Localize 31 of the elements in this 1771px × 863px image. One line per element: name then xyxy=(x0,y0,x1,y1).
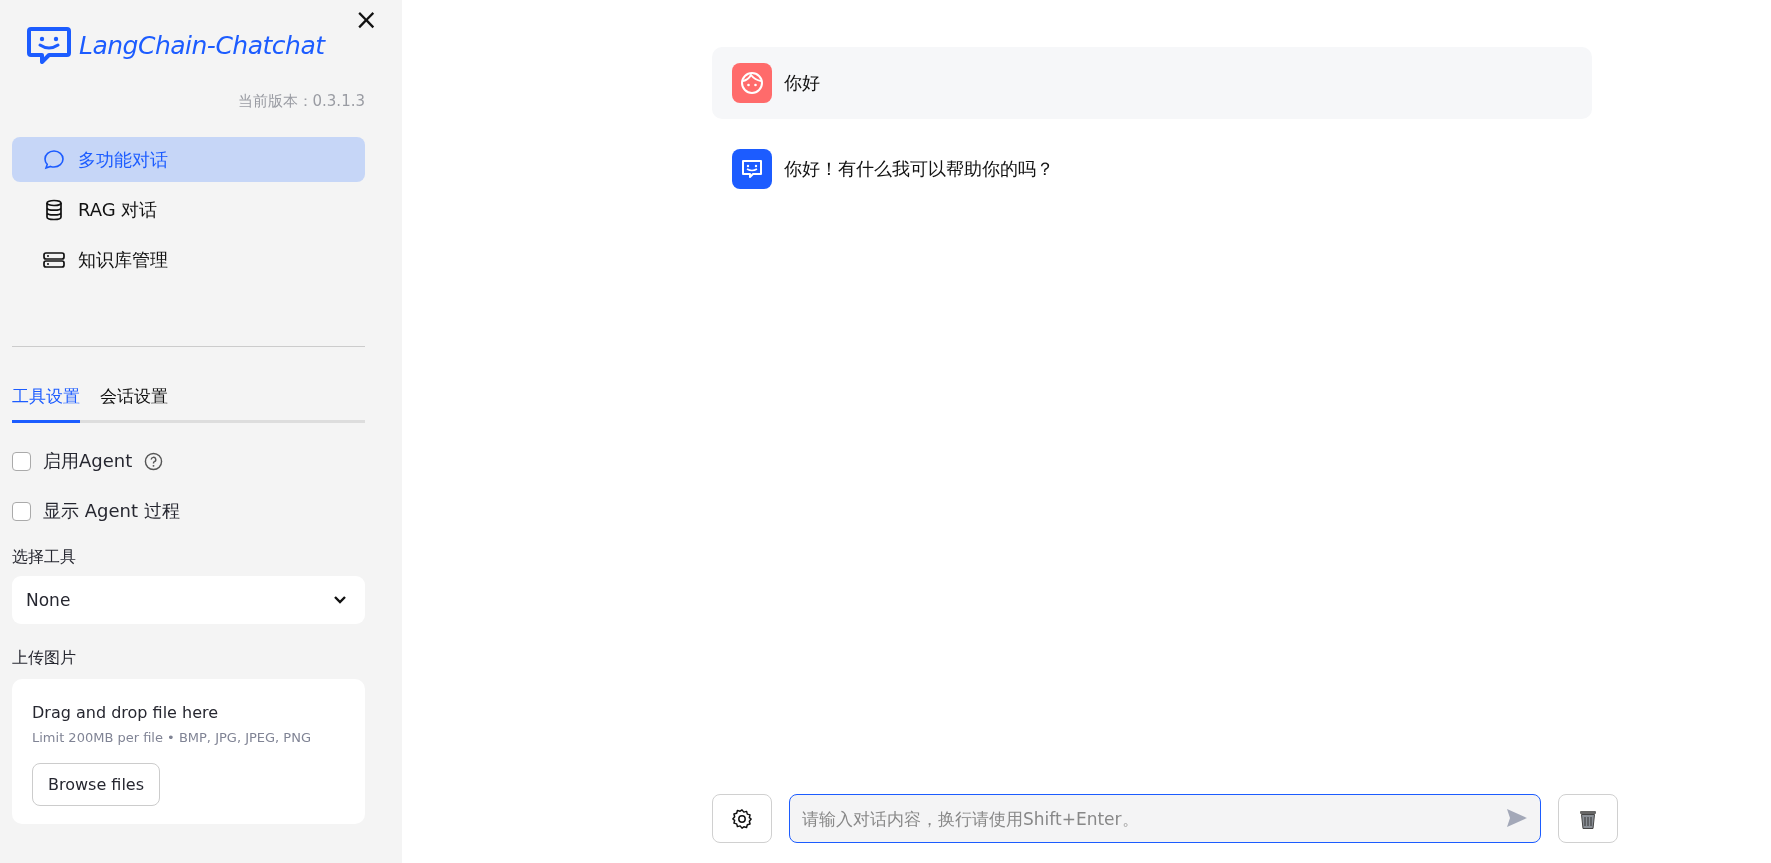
help-icon[interactable] xyxy=(144,451,164,471)
checkbox[interactable] xyxy=(12,451,31,471)
clear-button[interactable] xyxy=(1558,794,1618,843)
user-avatar-icon xyxy=(732,63,772,103)
file-dropzone[interactable]: Drag and drop file here Limit 200MB per file • BMP, JPG, JPEG, PNG Browse files xyxy=(12,679,365,824)
close-button[interactable]: × xyxy=(354,6,378,34)
logo-text: LangChain-Chatchat xyxy=(79,30,325,60)
speech-bubble-icon xyxy=(42,147,66,172)
chat-bubble-smile-icon xyxy=(27,26,71,64)
nav-item[interactable]: RAG 对话 xyxy=(12,187,365,232)
nav-item[interactable]: 多功能对话 xyxy=(12,137,365,182)
field-label: 选择工具 xyxy=(12,547,77,568)
dropzone-title: Drag and drop file here xyxy=(32,703,219,722)
nav-item[interactable]: 知识库管理 xyxy=(12,237,365,282)
chevron-down-icon xyxy=(333,595,347,605)
field-label: 上传图片 xyxy=(12,648,77,669)
browse-files-button[interactable]: Browse files xyxy=(32,763,161,806)
tool-dropdown[interactable]: None xyxy=(12,576,365,624)
checkbox-label: 显示 Agent 过程 xyxy=(43,499,180,523)
settings-tab[interactable]: 会话设置 xyxy=(100,385,168,423)
dropzone-hint: Limit 200MB per file • BMP, JPG, JPEG, PNG xyxy=(32,730,311,745)
message-text: 你好 xyxy=(784,71,820,95)
checkbox[interactable] xyxy=(12,501,31,521)
settings-button[interactable] xyxy=(712,794,772,843)
bot-avatar-icon xyxy=(732,149,772,189)
checkbox-label: 启用Agent xyxy=(43,449,133,473)
message-text: 你好！有什么我可以帮助你的吗？ xyxy=(784,157,1054,181)
chat-input-field[interactable]: 请输入对话内容，换行请使用Shift+Enter。 xyxy=(789,794,1541,843)
settings-tab[interactable]: 工具设置 xyxy=(12,385,80,423)
version-text: 当前版本：0.3.1.3 xyxy=(236,92,365,111)
settings-icon xyxy=(731,807,753,830)
